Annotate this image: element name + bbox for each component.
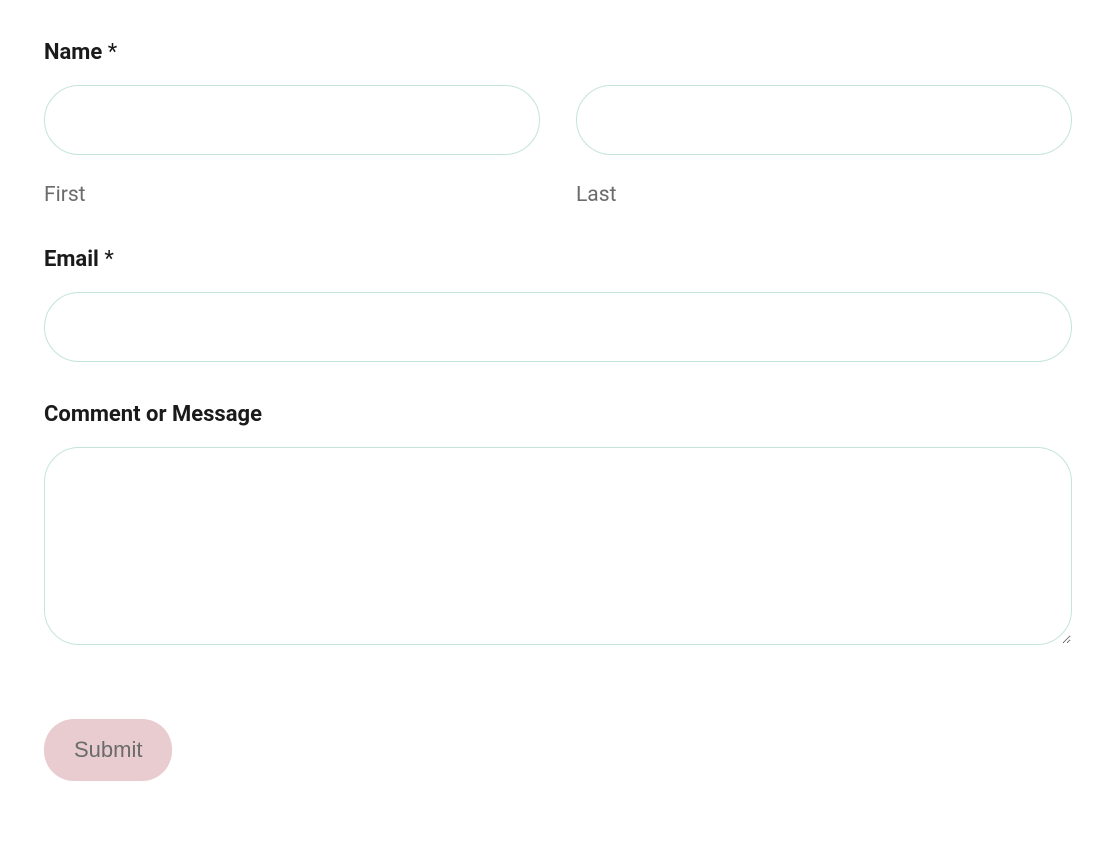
first-name-sublabel: First: [44, 183, 540, 207]
email-field-group: Email *: [44, 247, 1072, 362]
last-name-sublabel: Last: [576, 183, 1072, 207]
message-textarea[interactable]: [44, 447, 1072, 645]
email-label-text: Email: [44, 247, 99, 272]
contact-form: Name * First Last Email * Comment or Mes…: [44, 40, 1072, 781]
last-name-input[interactable]: [576, 85, 1072, 155]
message-label: Comment or Message: [44, 402, 1072, 427]
first-name-input[interactable]: [44, 85, 540, 155]
email-label: Email *: [44, 247, 1072, 272]
name-label-text: Name: [44, 40, 102, 65]
name-field-group: Name * First Last: [44, 40, 1072, 207]
submit-button[interactable]: Submit: [44, 719, 172, 781]
last-name-column: Last: [576, 85, 1072, 207]
message-label-text: Comment or Message: [44, 402, 262, 427]
email-input[interactable]: [44, 292, 1072, 362]
name-label: Name *: [44, 40, 1072, 65]
message-field-group: Comment or Message: [44, 402, 1072, 649]
name-required-mark: *: [108, 40, 117, 65]
first-name-column: First: [44, 85, 540, 207]
email-required-mark: *: [104, 247, 113, 272]
name-row: First Last: [44, 85, 1072, 207]
